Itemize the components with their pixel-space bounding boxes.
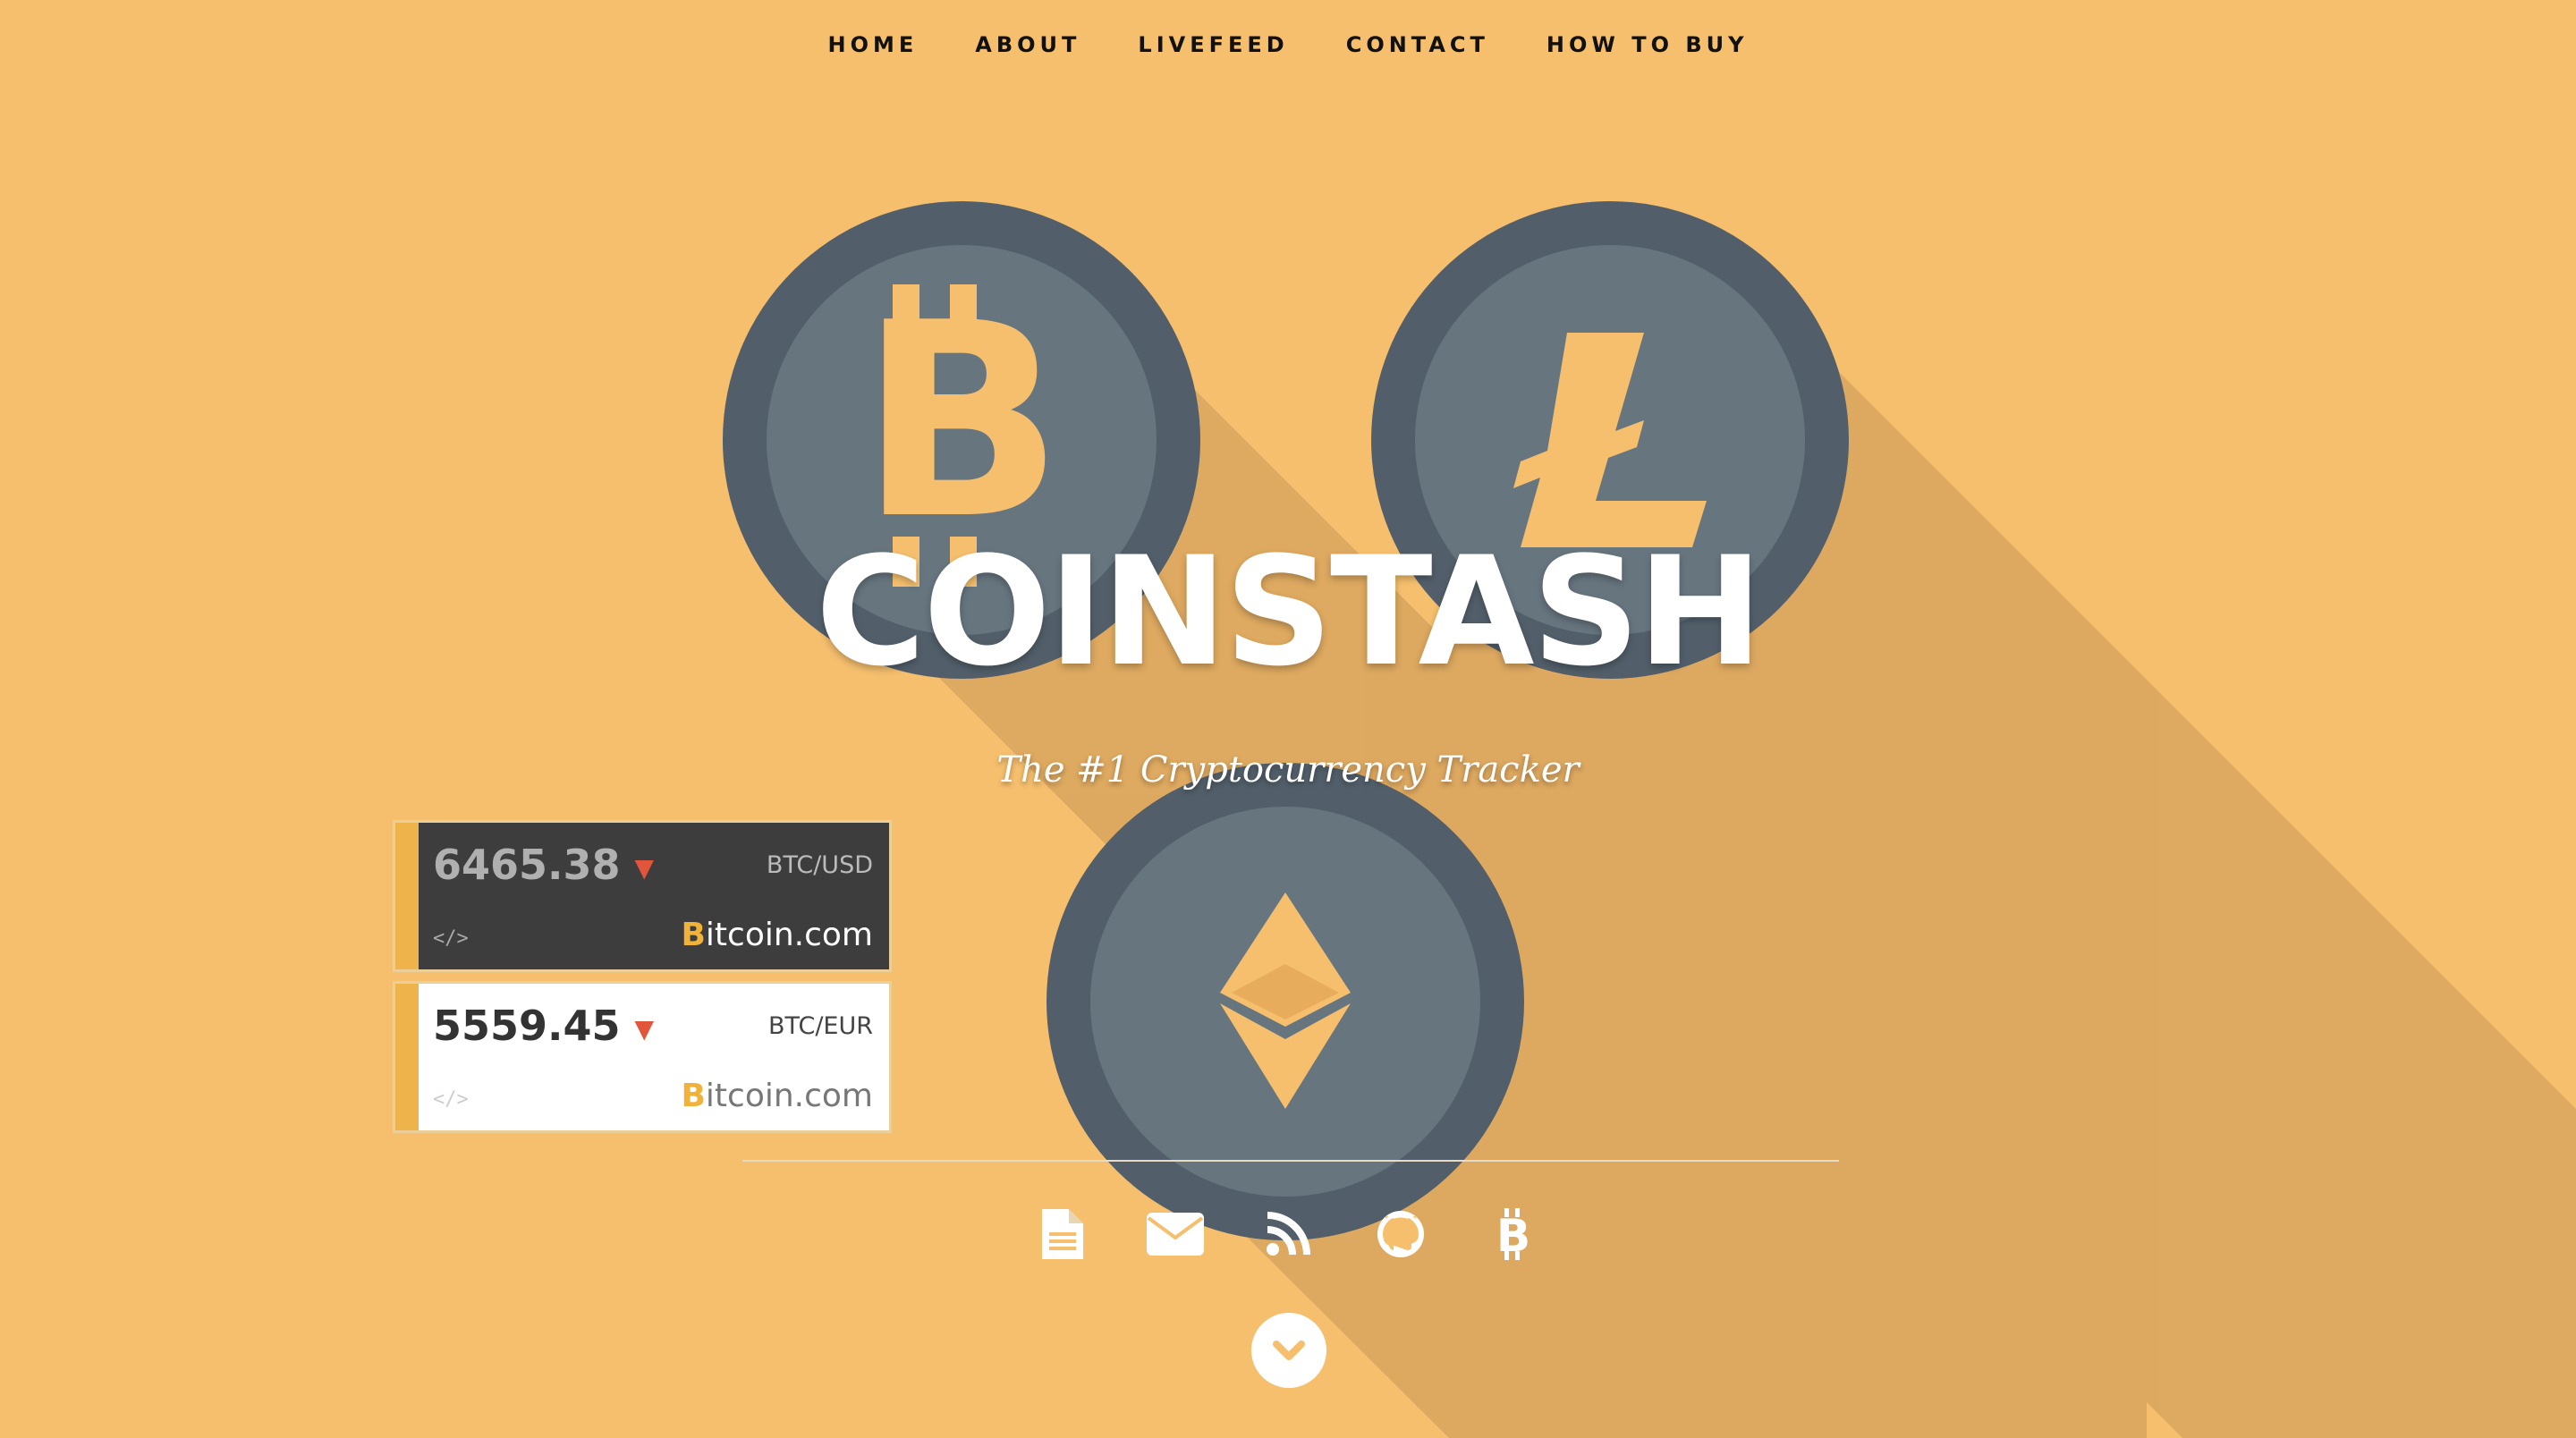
price-value: 6465.38 <box>433 841 621 889</box>
svg-text:B: B <box>1496 1210 1530 1260</box>
ethereum-coin-icon <box>1046 763 1524 1240</box>
currency-pair: BTC/USD <box>766 851 873 879</box>
divider <box>742 1160 1839 1162</box>
site-subtitle: The #1 Cryptocurrency Tracker <box>996 749 1580 791</box>
logo-text: itcoin.com <box>705 1078 873 1114</box>
widget-body: 6465.38 ▼ BTC/USD </> Bitcoin.com <box>419 823 889 969</box>
bitcoin-com-logo[interactable]: Bitcoin.com <box>681 917 873 953</box>
site-title: COINSTASH <box>815 524 1763 699</box>
embed-code-icon[interactable]: </> <box>433 1088 469 1111</box>
widget-body: 5559.45 ▼ BTC/EUR </> Bitcoin.com <box>419 984 889 1130</box>
btc-eur-price-widget[interactable]: 5559.45 ▼ BTC/EUR </> Bitcoin.com <box>395 984 889 1130</box>
widget-accent-bar <box>395 823 419 969</box>
price-down-arrow-icon: ▼ <box>634 853 655 883</box>
main-nav: HOME ABOUT LIVEFEED CONTACT HOW TO BUY <box>0 0 2576 89</box>
bitcoin-com-logo[interactable]: Bitcoin.com <box>681 1078 873 1114</box>
document-icon[interactable] <box>1006 1198 1119 1270</box>
scroll-down-button[interactable] <box>1251 1313 1326 1388</box>
embed-code-icon[interactable]: </> <box>433 927 469 950</box>
widget-price: 5559.45 ▼ <box>433 1002 654 1050</box>
nav-contact-link[interactable]: CONTACT <box>1346 32 1489 57</box>
currency-pair: BTC/EUR <box>768 1012 873 1040</box>
btc-usd-price-widget[interactable]: 6465.38 ▼ BTC/USD </> Bitcoin.com <box>395 823 889 969</box>
rss-icon[interactable] <box>1232 1198 1344 1270</box>
widget-price: 6465.38 ▼ <box>433 841 654 889</box>
logo-b: B <box>681 917 706 953</box>
price-value: 5559.45 <box>433 1002 621 1050</box>
widget-accent-bar <box>395 984 419 1130</box>
bitcoin-icon[interactable]: B <box>1457 1198 1570 1270</box>
logo-b: B <box>681 1078 706 1114</box>
nav-home-link[interactable]: HOME <box>828 32 919 57</box>
chevron-down-icon <box>1273 1341 1305 1360</box>
price-down-arrow-icon: ▼ <box>634 1014 655 1044</box>
social-links: B <box>0 1198 2576 1270</box>
nav-about-link[interactable]: ABOUT <box>975 32 1080 57</box>
github-icon[interactable] <box>1344 1198 1457 1270</box>
nav-how-to-buy-link[interactable]: HOW TO BUY <box>1546 32 1749 57</box>
envelope-icon[interactable] <box>1119 1198 1232 1270</box>
nav-livefeed-link[interactable]: LIVEFEED <box>1138 32 1288 57</box>
logo-text: itcoin.com <box>705 917 873 953</box>
